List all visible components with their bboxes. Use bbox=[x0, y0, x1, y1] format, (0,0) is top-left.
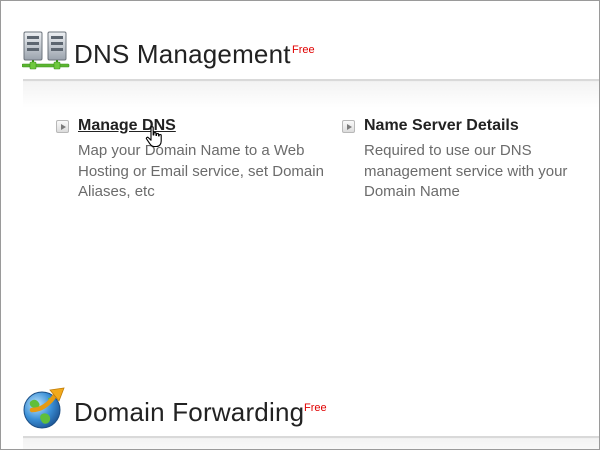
domain-forwarding-header: Domain Forwarding Free bbox=[1, 379, 599, 441]
free-badge: Free bbox=[304, 402, 327, 414]
name-server-details-link[interactable]: Name Server Details bbox=[364, 117, 519, 135]
name-server-details-description: Required to use our DNS management servi… bbox=[364, 142, 568, 200]
free-badge: Free bbox=[292, 44, 315, 56]
arrow-right-icon bbox=[342, 120, 355, 133]
page-frame: DNS Management Free Manage DNS Map your … bbox=[0, 0, 600, 450]
arrow-right-icon bbox=[56, 120, 69, 133]
hand-cursor-icon bbox=[145, 126, 162, 148]
section-title: Domain Forwarding bbox=[74, 397, 305, 427]
manage-dns-description: Map your Domain Name to a Web Hosting or… bbox=[78, 142, 324, 200]
forwarding-panel bbox=[23, 439, 599, 449]
server-network-icon bbox=[22, 31, 70, 70]
page-title: DNS Management bbox=[74, 39, 291, 69]
globe-forward-icon bbox=[23, 387, 65, 429]
dns-management-header: DNS Management Free bbox=[1, 17, 599, 79]
